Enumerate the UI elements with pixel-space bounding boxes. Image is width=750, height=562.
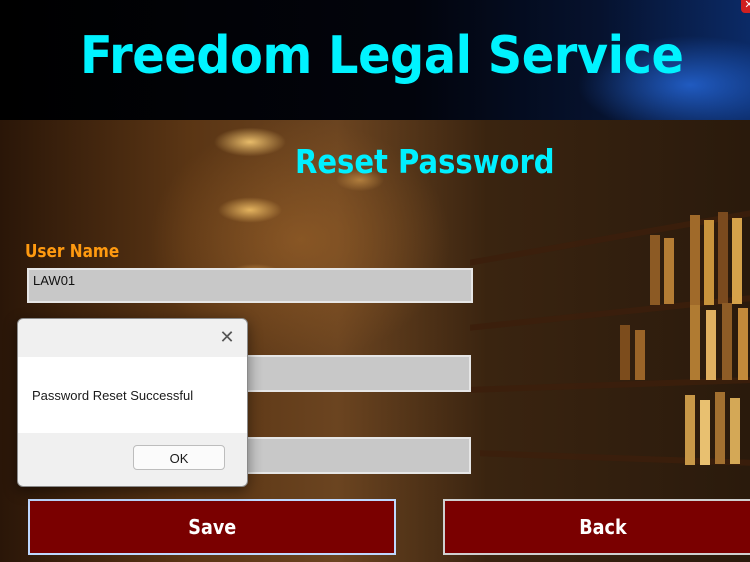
- ok-button[interactable]: OK: [133, 445, 225, 470]
- save-button-label: Save: [188, 515, 236, 539]
- title-bar: Freedom Legal Service ✕: [0, 0, 750, 120]
- back-button-label: Back: [579, 515, 627, 539]
- window-close-button[interactable]: ✕: [741, 0, 750, 13]
- close-icon[interactable]: ✕: [218, 328, 236, 346]
- dialog-body: Password Reset Successful: [18, 357, 247, 433]
- save-button[interactable]: Save: [28, 499, 396, 555]
- confirm-password-field[interactable]: [235, 437, 471, 474]
- page-title: Reset Password: [295, 142, 555, 181]
- username-label: User Name: [25, 241, 120, 262]
- back-button[interactable]: Back: [443, 499, 750, 555]
- username-field[interactable]: LAW01: [27, 268, 473, 303]
- new-password-field[interactable]: [235, 355, 471, 392]
- app-title: Freedom Legal Service: [80, 26, 684, 86]
- message-dialog: ✕ Password Reset Successful OK: [17, 318, 248, 487]
- dialog-message: Password Reset Successful: [32, 388, 194, 403]
